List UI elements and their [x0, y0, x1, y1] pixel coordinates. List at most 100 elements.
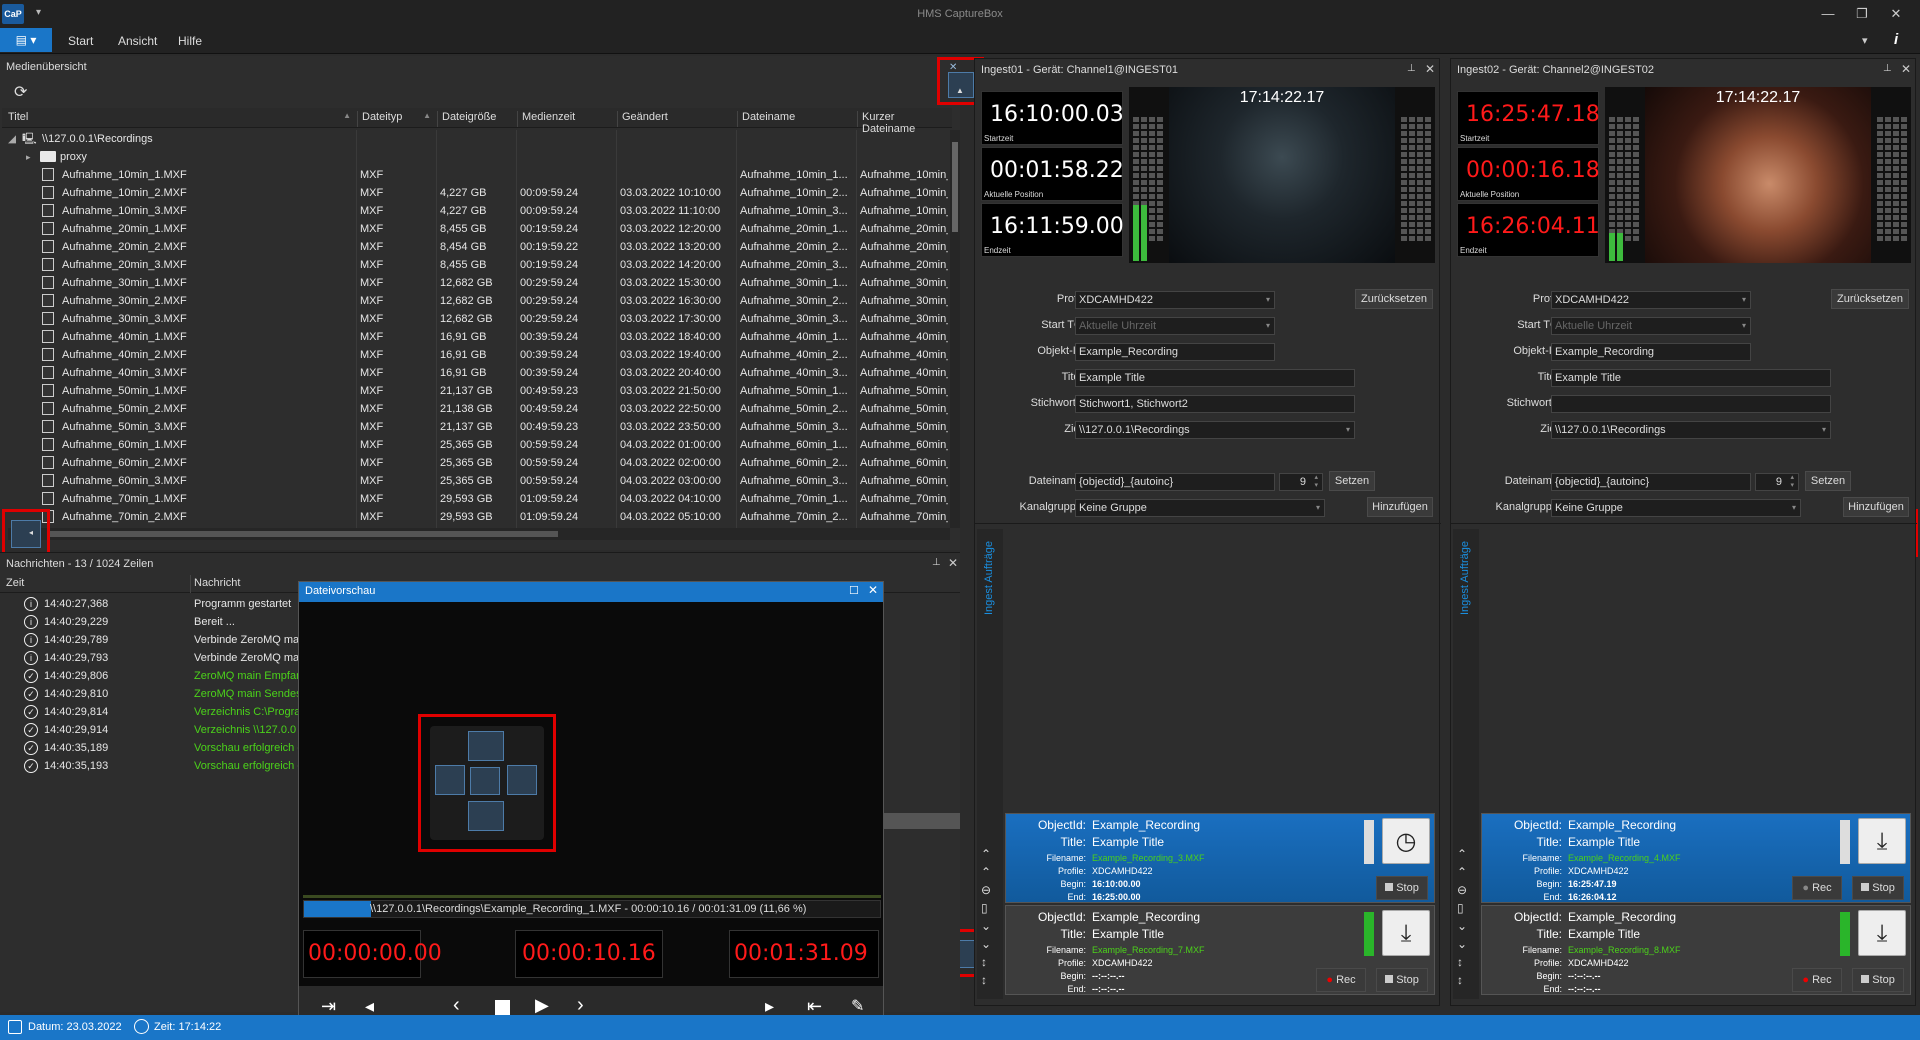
list-item[interactable]: ✓ 14:40:29,806 ZeroMQ main Empfan [0, 667, 300, 685]
field-profil[interactable]: XDCAMHD422 ▾ [1551, 291, 1751, 309]
stop-button[interactable]: Stop [1852, 968, 1904, 992]
tree-root[interactable]: ◢ 🖳 \\127.0.0.1\Recordings [0, 130, 950, 148]
field-dateiname[interactable]: {objectid}_{autoinc} [1551, 473, 1751, 491]
add-button[interactable]: Hinzufügen [1367, 497, 1433, 517]
step-forward-icon[interactable]: › [577, 994, 584, 1017]
table-row[interactable]: Aufnahme_40min_1.MXF MXF 16,91 GB 00:39:59.… [0, 328, 950, 346]
refresh-icon[interactable]: ⟳ [14, 82, 27, 102]
list-item[interactable]: i 14:40:29,789 Verbinde ZeroMQ mai [0, 631, 300, 649]
download-icon[interactable]: ⤓ [1858, 910, 1906, 956]
table-row[interactable]: Aufnahme_20min_1.MXF MXF 8,455 GB 00:19:59.… [0, 220, 950, 238]
table-row[interactable]: Aufnahme_60min_1.MXF MXF 25,365 GB 00:59:59… [0, 436, 950, 454]
table-row[interactable]: Aufnahme_40min_3.MXF MXF 16,91 GB 00:39:59.… [0, 364, 950, 382]
mark-out-icon[interactable]: ⇤ [807, 996, 822, 1017]
autoinc-spinner[interactable]: 9 ▴ ▾ [1755, 473, 1799, 491]
field-titel[interactable]: Example Title [1551, 369, 1831, 387]
field-start_tc[interactable]: Aktuelle Uhrzeit ▾ [1551, 317, 1751, 335]
rec-button[interactable]: ● Rec [1792, 968, 1842, 992]
dock-guide-left[interactable]: ◂ [2, 509, 50, 557]
field-titel[interactable]: Example Title [1075, 369, 1355, 387]
table-row[interactable]: Aufnahme_40min_2.MXF MXF 16,91 GB 00:39:59.… [0, 346, 950, 364]
table-row[interactable]: Aufnahme_30min_3.MXF MXF 12,682 GB 00:29:59… [0, 310, 950, 328]
list-item[interactable]: ✓ 14:40:35,193 Vorschau erfolgreich e [0, 757, 300, 775]
list-item[interactable]: ✓ 14:40:29,814 Verzeichnis C:\Progra [0, 703, 300, 721]
pin-icon[interactable]: ⊥ [932, 557, 941, 568]
download-icon[interactable]: ⤓ [1858, 818, 1906, 864]
stop-button[interactable]: Stop [1376, 876, 1428, 900]
table-row[interactable]: Aufnahme_50min_2.MXF MXF 21,138 GB 00:49:59… [0, 400, 950, 418]
field-ziel[interactable]: \\127.0.0.1\Recordings ▾ [1075, 421, 1355, 439]
play-icon[interactable]: ▶ [535, 995, 549, 1016]
preview-titlebar[interactable]: Dateivorschau ☐ ✕ [299, 582, 883, 602]
menu-hilfe[interactable]: Hilfe [178, 34, 202, 48]
field-kanalgruppe[interactable]: Keine Gruppe ▾ [1551, 499, 1801, 517]
list-item[interactable]: i 14:40:27,368 Programm gestartet [0, 595, 300, 613]
field-stichworte[interactable]: Stichwort1, Stichwort2 [1075, 395, 1355, 413]
media-hscrollbar[interactable] [8, 528, 950, 540]
messages-hscroll[interactable] [884, 813, 960, 829]
clock-icon[interactable]: ◷ [1382, 818, 1430, 864]
reset-button[interactable]: Zurücksetzen [1831, 289, 1909, 309]
preview-close-icon[interactable]: ✕ [868, 583, 878, 597]
col-titel[interactable]: Titel ▲ [4, 111, 358, 127]
ingest-job-card[interactable]: ObjectId: Example_Recording Title: Examp… [1005, 813, 1435, 903]
field-stichworte[interactable] [1551, 395, 1831, 413]
vscroll-thumb[interactable] [952, 142, 958, 232]
list-item[interactable]: ✓ 14:40:29,810 ZeroMQ main Sendes [0, 685, 300, 703]
col-nachricht[interactable]: Nachricht [194, 577, 240, 589]
close-icon[interactable]: ✕ [1886, 6, 1906, 22]
pin-icon[interactable]: ⊥ [1407, 63, 1416, 74]
table-row[interactable]: Aufnahme_70min_1.MXF MXF 29,593 GB 01:09:59… [0, 490, 950, 508]
messages-close-icon[interactable]: ✕ [948, 556, 958, 570]
table-row[interactable]: Aufnahme_50min_1.MXF MXF 21,137 GB 00:49:59… [0, 382, 950, 400]
file-menu-button[interactable]: ▤ ▾ [0, 28, 52, 52]
col-dateityp[interactable]: Dateityp ▲ [358, 111, 438, 127]
goto-out-icon[interactable]: ▸ [765, 996, 774, 1017]
media-vscrollbar[interactable] [950, 130, 960, 528]
field-ziel[interactable]: \\127.0.0.1\Recordings ▾ [1551, 421, 1831, 439]
stop-icon[interactable] [495, 1000, 510, 1015]
rec-button[interactable]: ● Rec [1316, 968, 1366, 992]
table-row[interactable]: Aufnahme_10min_1.MXF MXF Aufnahme_10min_1.… [0, 166, 950, 184]
ingest-close-icon[interactable]: ✕ [1425, 62, 1435, 76]
set-button[interactable]: Setzen [1329, 471, 1375, 491]
ingest-job-card[interactable]: ObjectId: Example_Recording Title: Examp… [1005, 905, 1435, 995]
maximize-icon[interactable]: ☐ [849, 584, 859, 597]
table-row[interactable]: Aufnahme_30min_1.MXF MXF 12,682 GB 00:29:59… [0, 274, 950, 292]
pin-icon[interactable]: ⊥ [1883, 63, 1892, 74]
autoinc-spinner[interactable]: 9 ▴ ▾ [1279, 473, 1323, 491]
table-row[interactable]: Aufnahme_50min_3.MXF MXF 21,137 GB 00:49:59… [0, 418, 950, 436]
table-row[interactable]: Aufnahme_10min_3.MXF MXF 4,227 GB 00:09:59.… [0, 202, 950, 220]
field-objekt_id[interactable]: Example_Recording [1551, 343, 1751, 361]
list-item[interactable]: ✓ 14:40:35,189 Vorschau erfolgreich e [0, 739, 300, 757]
preview-progress[interactable]: \\127.0.0.1\Recordings\Example_Recording… [303, 900, 881, 918]
download-icon[interactable]: ⤓ [1382, 910, 1430, 956]
mark-in-icon[interactable]: ⇥ [321, 996, 336, 1017]
table-row[interactable]: Aufnahme_30min_2.MXF MXF 12,682 GB 00:29:59… [0, 292, 950, 310]
add-button[interactable]: Hinzufügen [1843, 497, 1909, 517]
field-profil[interactable]: XDCAMHD422 ▾ [1075, 291, 1275, 309]
reset-button[interactable]: Zurücksetzen [1355, 289, 1433, 309]
step-back-icon[interactable]: ‹ [453, 994, 460, 1017]
table-row[interactable]: Aufnahme_20min_3.MXF MXF 8,455 GB 00:19:59.… [0, 256, 950, 274]
edit-icon[interactable]: ✎ [851, 996, 864, 1016]
col-dateigroesse[interactable]: Dateigröße [438, 111, 518, 127]
table-row[interactable]: Aufnahme_70min_2.MXF MXF 29,593 GB 01:09:59… [0, 508, 950, 526]
col-kurzer-dateiname[interactable]: Kurzer Dateiname [858, 111, 950, 135]
table-row[interactable]: Aufnahme_60min_2.MXF MXF 25,365 GB 00:59:59… [0, 454, 950, 472]
col-dateiname[interactable]: Dateiname [738, 111, 858, 127]
field-objekt_id[interactable]: Example_Recording [1075, 343, 1275, 361]
set-button[interactable]: Setzen [1805, 471, 1851, 491]
stop-button[interactable]: Stop [1376, 968, 1428, 992]
table-row[interactable]: Aufnahme_20min_2.MXF MXF 8,454 GB 00:19:59.… [0, 238, 950, 256]
menu-start[interactable]: Start [68, 34, 93, 48]
minimize-icon[interactable]: — [1818, 6, 1838, 22]
field-start_tc[interactable]: Aktuelle Uhrzeit ▾ [1075, 317, 1275, 335]
ingest-close-icon[interactable]: ✕ [1901, 62, 1911, 76]
dock-guide-center[interactable] [418, 714, 556, 852]
field-dateiname[interactable]: {objectid}_{autoinc} [1075, 473, 1275, 491]
hscroll-thumb[interactable] [48, 531, 558, 537]
list-item[interactable]: i 14:40:29,229 Bereit ... [0, 613, 300, 631]
restore-icon[interactable]: ❐ [1852, 6, 1872, 22]
menu-ansicht[interactable]: Ansicht [118, 34, 157, 48]
